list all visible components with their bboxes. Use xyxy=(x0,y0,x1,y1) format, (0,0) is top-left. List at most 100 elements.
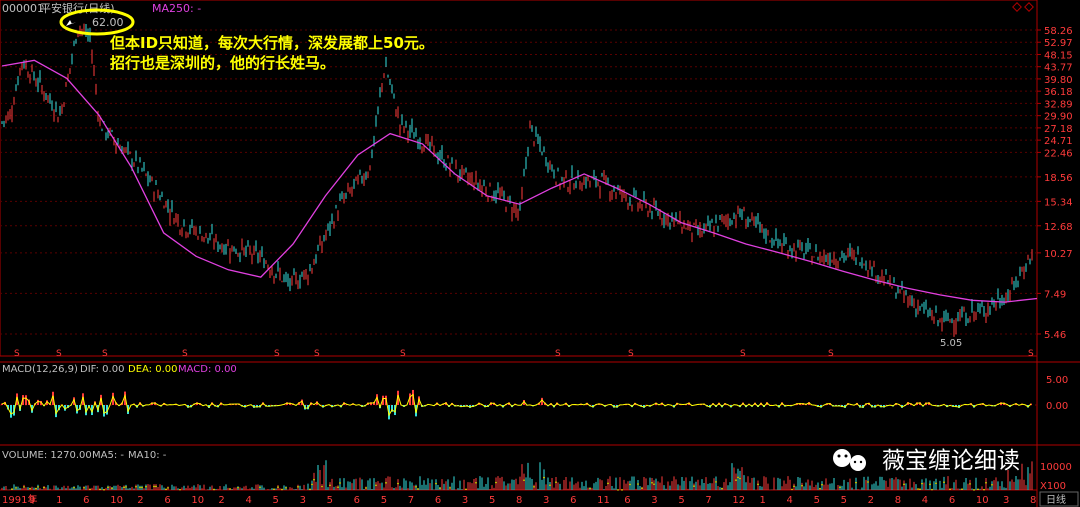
volume-ma-dot xyxy=(139,486,141,489)
volume-ma-dot xyxy=(855,481,857,484)
low-price-label: 5.05 xyxy=(940,338,962,349)
volume-ma5-label: MA5: - xyxy=(92,450,124,461)
volume-ma-dot xyxy=(867,481,869,483)
volume-ma-dot xyxy=(11,488,13,490)
volume-ma-dot xyxy=(791,488,793,491)
timeline-label: 12 xyxy=(732,495,745,506)
volume-ma-dot xyxy=(757,483,759,486)
volume-ma-dot xyxy=(309,488,311,491)
price-axis-label: 15.34 xyxy=(1044,197,1073,208)
volume-ma-dot xyxy=(417,488,419,490)
volume-ma-dot xyxy=(273,488,275,490)
volume-ma-dot xyxy=(821,483,823,486)
price-axis-label: 48.15 xyxy=(1044,50,1073,61)
volume-ma-dot xyxy=(533,486,535,488)
volume-ma-dot xyxy=(321,485,323,488)
macd-label: MACD(12,26,9) xyxy=(2,364,78,375)
timeline-label: 7 xyxy=(408,495,414,506)
stock-chart[interactable]: 58.2652.9748.15 43.7739.8036.1832.89 29.90… xyxy=(0,0,1080,507)
timeline-label: 5 xyxy=(489,495,495,506)
volume-ma-dot xyxy=(523,479,525,481)
split-marker: S xyxy=(828,349,834,359)
macd-axis-zero: 0.00 xyxy=(1046,401,1068,412)
volume-ma-dot xyxy=(929,483,931,486)
timeline-label: 6 xyxy=(164,495,170,506)
stock-code: 000001 xyxy=(2,2,44,15)
ma250-label: MA250: - xyxy=(152,2,201,15)
volume-ma-dot xyxy=(735,479,737,481)
timeline-label: 6 xyxy=(624,495,630,506)
timeline-label: 10 xyxy=(976,495,989,506)
period-button-label: 日线 xyxy=(1046,493,1066,506)
dea-label: DEA: 0.00 xyxy=(128,364,178,375)
split-marker: S xyxy=(400,349,406,359)
price-axis-label: 18.56 xyxy=(1044,173,1073,184)
volume-ma-dot xyxy=(165,488,167,491)
volume-ma-dot xyxy=(365,487,367,489)
volume-ma-dot xyxy=(739,477,741,480)
volume-ma-dot xyxy=(973,489,975,491)
volume-ma-dot xyxy=(37,486,39,488)
dif-label: DIF: 0.00 xyxy=(80,364,124,375)
volume-ma-dot xyxy=(83,486,85,489)
timeline-label: 6 xyxy=(570,495,576,506)
split-marker: S xyxy=(628,349,634,359)
timeline-label: 4 xyxy=(787,495,793,506)
split-marker: S xyxy=(182,349,188,359)
split-marker: S xyxy=(314,349,320,359)
split-marker: S xyxy=(102,349,108,359)
price-axis-label: 58.26 xyxy=(1044,26,1073,37)
volume-ma-dot xyxy=(73,486,75,489)
volume-ma-dot xyxy=(15,487,17,489)
volume-ma-dot xyxy=(977,488,979,491)
volume-ma-dot xyxy=(949,488,951,491)
volume-ma-dot xyxy=(141,486,143,489)
volume-ma-dot xyxy=(213,488,215,491)
volume-ma-dot xyxy=(125,486,127,488)
macd-axis-top: 5.00 xyxy=(1046,375,1068,386)
volume-ma-dot xyxy=(89,488,91,491)
timeline-label: 10 xyxy=(110,495,123,506)
period-button[interactable]: 日线 xyxy=(1039,491,1079,507)
volume-ma10-label: MA10: - xyxy=(128,450,167,461)
volume-unit: X100 xyxy=(1040,481,1066,492)
volume-ma-dot xyxy=(819,487,821,490)
window-icons[interactable] xyxy=(1012,2,1034,12)
volume-ma-dot xyxy=(167,487,169,489)
timeline-label: 6 xyxy=(435,495,441,506)
volume-bars xyxy=(1,460,1033,491)
price-axis-label: 36.18 xyxy=(1044,87,1073,98)
volume-ma-dot xyxy=(495,481,497,484)
price-axis-label: 7.49 xyxy=(1044,289,1066,300)
watermark-text: 薇宝缠论细读 xyxy=(882,448,1020,474)
price-axis-label: 52.97 xyxy=(1044,38,1073,49)
volume-ma-dot xyxy=(103,488,105,491)
split-marker: S xyxy=(1028,349,1034,359)
volume-ma-dot xyxy=(99,488,101,491)
volume-ma-dot xyxy=(793,485,795,488)
volume-ma-dot xyxy=(397,482,399,485)
price-axis-label: 32.89 xyxy=(1044,99,1073,110)
ma250-line xyxy=(1,59,1038,303)
watermark: 薇宝缠论细读 xyxy=(833,448,1020,474)
cursor-icon xyxy=(66,20,76,26)
volume-ma-dot xyxy=(135,485,137,488)
price-axis-label: 39.80 xyxy=(1044,75,1073,86)
volume-ma-dot xyxy=(653,483,655,485)
volume-ma-dot xyxy=(737,476,739,479)
volume-ma-dot xyxy=(931,488,933,491)
volume-ma-dot xyxy=(179,488,181,491)
timeline-label: 5 xyxy=(814,495,820,506)
volume-ma-dot xyxy=(329,484,331,487)
price-axis-label: 43.77 xyxy=(1044,63,1073,74)
volume-ma-dot xyxy=(385,482,387,484)
price-axis-label: 24.71 xyxy=(1044,136,1073,147)
volume-ma-dot xyxy=(651,481,653,484)
timeline-label: 5 xyxy=(273,495,279,506)
volume-ma-dot xyxy=(285,487,287,489)
volume-ma-dot xyxy=(465,488,467,491)
chart-frames xyxy=(0,0,1080,507)
volume-ma-dot xyxy=(229,488,231,490)
timeline-axis: 1991年9 1 6 10 2 6 10 2 4 5 3 5 6 5 7 6 3 5 8 3 6 11 6 3 5 7 12 1 4 5 5… xyxy=(2,493,1036,506)
volume-ma-dot xyxy=(629,483,631,486)
